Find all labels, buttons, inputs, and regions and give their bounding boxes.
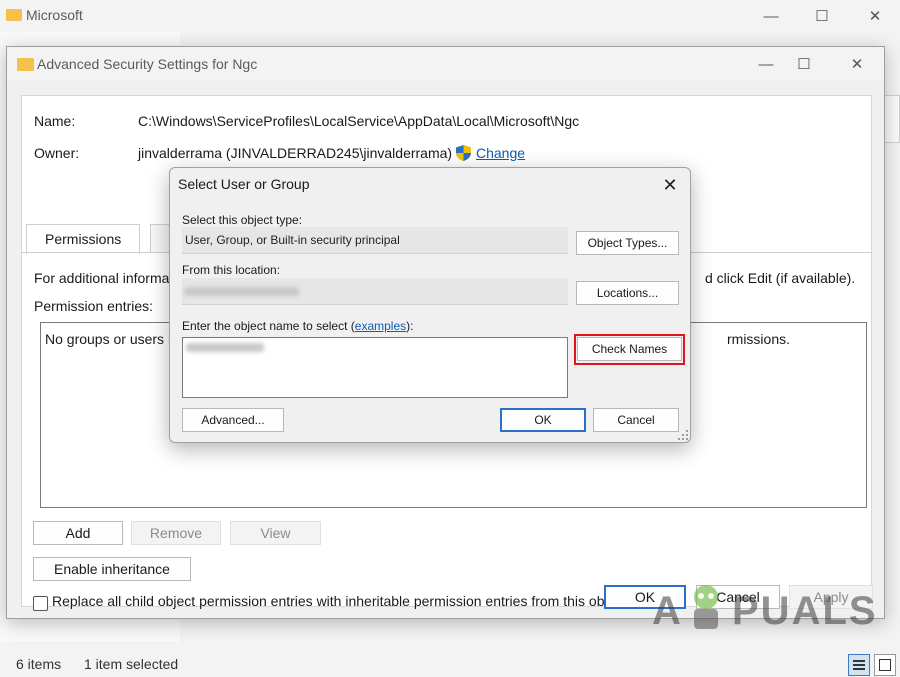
resize-grip-icon[interactable] — [678, 430, 688, 440]
folder-icon — [6, 9, 22, 21]
permission-entries-label: Permission entries: — [34, 298, 154, 314]
advanced-button[interactable]: Advanced... — [182, 408, 284, 432]
empty-list-text-right: rmissions. — [727, 331, 791, 347]
cancel-button[interactable]: Cancel — [593, 408, 679, 432]
object-name-input[interactable] — [182, 337, 568, 398]
location-field — [182, 278, 568, 305]
details-view-icon[interactable] — [848, 654, 870, 676]
highlight-box — [574, 334, 685, 365]
close-icon[interactable]: ✕ — [852, 0, 898, 32]
maximize-icon[interactable]: ☐ — [799, 0, 845, 32]
uac-shield-icon — [456, 145, 471, 161]
location-label: From this location: — [182, 263, 281, 277]
owner-label: Owner: — [34, 145, 80, 161]
examples-link[interactable]: examples — [355, 319, 406, 333]
enter-object-name-label: Enter the object name to select (example… — [182, 319, 413, 333]
change-owner-link[interactable]: Change — [476, 145, 525, 161]
dialog-title: Advanced Security Settings for Ngc — [37, 56, 258, 72]
ok-button[interactable]: OK — [500, 408, 586, 432]
select-dialog-title: Select User or Group — [178, 176, 310, 192]
info-text-left: For additional informat — [34, 270, 174, 286]
object-type-field: User, Group, or Built-in security princi… — [182, 227, 568, 254]
enter-label-suffix: ): — [406, 319, 414, 333]
redacted-object-name — [186, 343, 264, 352]
mascot-logo-icon — [694, 585, 718, 629]
close-icon[interactable]: ✕ — [834, 48, 880, 80]
folder-icon — [17, 58, 34, 71]
advanced-security-titlebar: Advanced Security Settings for Ngc — ☐ ✕ — [7, 47, 884, 81]
select-user-or-group-dialog: Select User or Group ✕ Select this objec… — [169, 167, 691, 443]
locations-button[interactable]: Locations... — [576, 281, 679, 305]
status-bar: 6 items 1 item selected — [0, 648, 900, 677]
minimize-icon[interactable]: — — [748, 0, 794, 32]
item-count: 6 items — [16, 656, 62, 672]
enter-label-prefix: Enter the object name to select ( — [182, 319, 355, 333]
view-button[interactable]: View — [230, 521, 321, 545]
tab-permissions[interactable]: Permissions — [26, 224, 141, 254]
selection-count: 1 item selected — [84, 656, 179, 672]
empty-list-text-left: No groups or users ha — [45, 331, 184, 347]
maximize-icon[interactable]: ☐ — [781, 48, 827, 80]
watermark-text-right: PUALS — [732, 589, 878, 633]
remove-button[interactable]: Remove — [131, 521, 221, 545]
add-button[interactable]: Add — [33, 521, 123, 545]
object-types-button[interactable]: Object Types... — [576, 231, 679, 255]
object-type-value: User, Group, or Built-in security princi… — [185, 233, 400, 247]
object-type-label: Select this object type: — [182, 213, 303, 227]
owner-value: jinvalderrama (JINVALDERRAD245\jinvalder… — [138, 145, 453, 161]
tiles-view-icon[interactable] — [874, 654, 896, 676]
watermark-text-left: A — [652, 589, 683, 633]
appuals-watermark: A PUALS — [652, 583, 876, 635]
explorer-title: Microsoft — [26, 7, 83, 23]
explorer-titlebar: Microsoft — ☐ ✕ — [0, 0, 900, 32]
object-path: C:\Windows\ServiceProfiles\LocalService\… — [138, 113, 580, 129]
close-icon[interactable]: ✕ — [655, 170, 685, 200]
name-label: Name: — [34, 113, 76, 129]
info-text-right: d click Edit (if available). — [705, 270, 856, 286]
redacted-location — [184, 287, 299, 296]
